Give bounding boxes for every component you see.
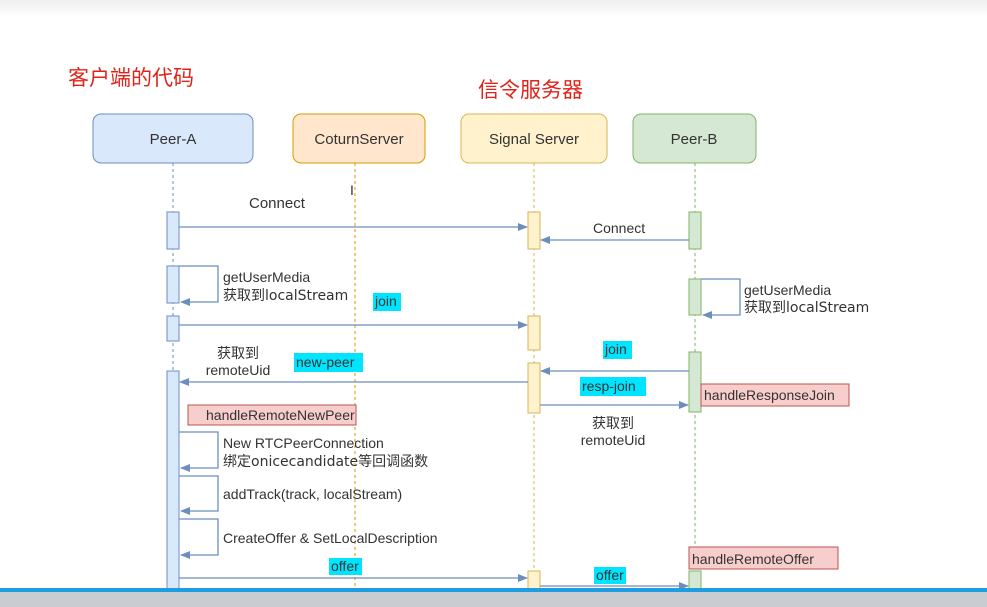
signal-activation bbox=[527, 315, 541, 351]
add-track-label: addTrack(track, localStream) bbox=[223, 486, 402, 502]
new-rtc-arrow bbox=[179, 431, 219, 472]
get-remote-b-label: 获取到 bbox=[592, 416, 634, 432]
client-code-heading: 客户端的代码 bbox=[68, 66, 194, 90]
peer-a-activation bbox=[166, 211, 180, 250]
participant-signal-server: Signal Server bbox=[460, 113, 608, 164]
peer-b-activation bbox=[688, 278, 702, 316]
peer-a-activation bbox=[166, 265, 180, 304]
peer-a-activation bbox=[166, 370, 180, 597]
remote-uid-b-label: remoteUid bbox=[581, 432, 646, 448]
handle-remote-new-peer-note: handleRemoteNewPeer bbox=[187, 404, 357, 426]
offer-a-label: offer bbox=[331, 558, 359, 574]
join-b-label: join bbox=[604, 341, 627, 357]
signal-activation bbox=[527, 211, 541, 250]
signal-activation bbox=[527, 362, 541, 414]
get-user-media-a-arrow bbox=[179, 265, 219, 306]
create-offer-label: CreateOffer & SetLocalDescription bbox=[223, 530, 438, 546]
offer-b-label: offer bbox=[596, 567, 624, 583]
participant-peer-b: Peer-B bbox=[632, 113, 757, 164]
new-peer-label: new-peer bbox=[296, 354, 355, 370]
get-user-media-a-label: getUserMedia bbox=[223, 269, 310, 285]
handle-remote-offer-label: handleRemoteOffer bbox=[692, 551, 814, 567]
participant-coturn-label: CoturnServer bbox=[314, 131, 403, 148]
handle-response-join-note: handleResponseJoin bbox=[700, 383, 850, 407]
handle-response-join-label: handleResponseJoin bbox=[704, 387, 835, 403]
handle-remote-offer-note: handleRemoteOffer bbox=[688, 546, 839, 570]
create-offer-arrow bbox=[179, 518, 219, 559]
bind-callbacks-label: 绑定onicecandidate等回调函数 bbox=[223, 453, 428, 470]
get-remote-a-label: 获取到 bbox=[217, 346, 259, 362]
participant-coturn-server: CoturnServer bbox=[292, 113, 426, 164]
participant-peer-b-label: Peer-B bbox=[671, 131, 718, 148]
connect-b-label: Connect bbox=[593, 220, 645, 236]
join-a-label: join bbox=[374, 293, 397, 309]
text-cursor-icon: I bbox=[350, 182, 354, 198]
remote-uid-a-label: remoteUid bbox=[206, 362, 271, 378]
handle-remote-new-peer-label: handleRemoteNewPeer bbox=[206, 407, 355, 423]
peer-b-activation bbox=[688, 211, 702, 250]
participant-signal-label: Signal Server bbox=[489, 131, 579, 148]
peer-a-activation bbox=[166, 315, 180, 342]
new-rtc-label: New RTCPeerConnection bbox=[223, 435, 384, 451]
get-user-media-b-arrow bbox=[701, 278, 741, 319]
local-stream-a-label: 获取到localStream bbox=[223, 288, 348, 304]
participant-peer-a-label: Peer-A bbox=[150, 131, 197, 148]
get-user-media-b-label: getUserMedia bbox=[744, 282, 831, 298]
participant-peer-a: Peer-A bbox=[92, 113, 254, 164]
resp-join-label: resp-join bbox=[582, 378, 636, 394]
bottom-progress-strip bbox=[0, 588, 987, 592]
signal-server-heading: 信令服务器 bbox=[478, 78, 583, 102]
peer-b-activation bbox=[688, 351, 702, 413]
connect-a-label: Connect bbox=[249, 195, 306, 212]
add-track-arrow bbox=[179, 475, 219, 515]
local-stream-b-label: 获取到localStream bbox=[744, 300, 869, 316]
sequence-diagram: 客户端的代码 信令服务器 Peer-A CoturnServer Signal … bbox=[68, 66, 869, 597]
